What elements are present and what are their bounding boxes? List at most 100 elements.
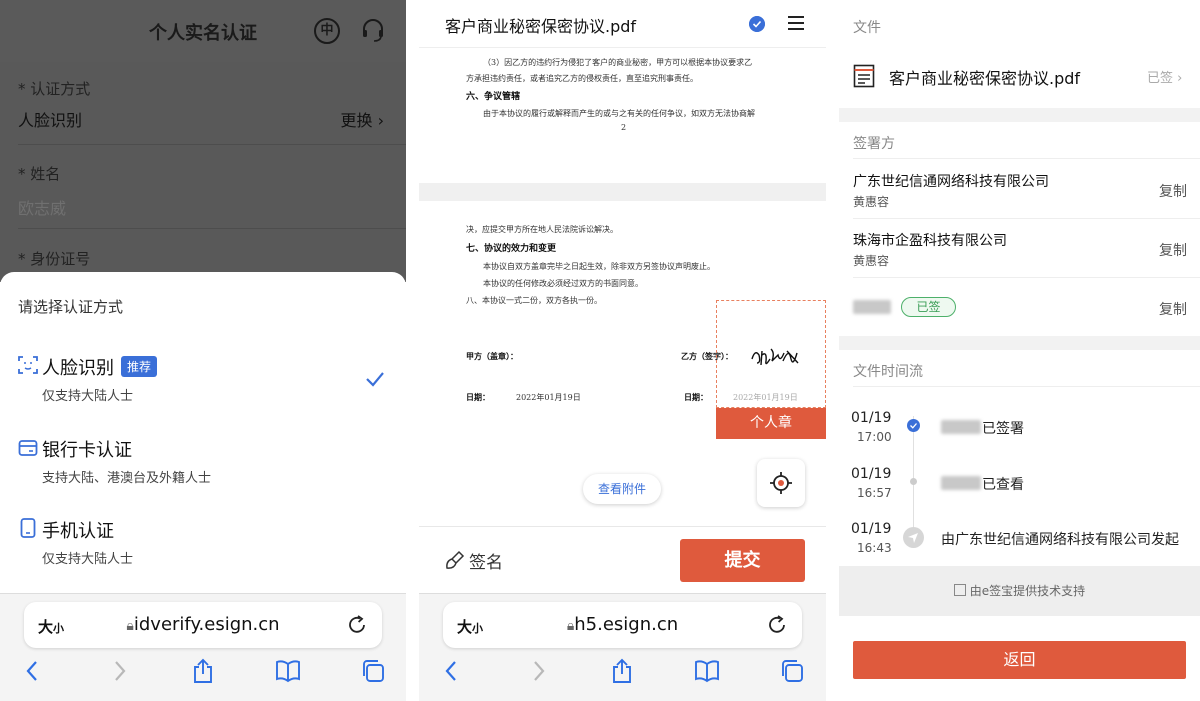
- headset-icon[interactable]: [360, 17, 386, 43]
- menu-icon[interactable]: [786, 13, 806, 33]
- file-status[interactable]: 已签 ›: [1147, 67, 1182, 86]
- redacted-name: [853, 300, 891, 314]
- verification-form: * 认证方式 人脸识别 更换 › * 姓名 欧志威 * 身份证号: [0, 62, 406, 282]
- document-icon: [853, 64, 875, 88]
- copy-button[interactable]: 复制: [1159, 181, 1187, 201]
- bookmarks-icon[interactable]: [694, 658, 720, 684]
- date-label: 日期：: [466, 392, 490, 402]
- doc-text: 本协议自双方盖章完毕之日起生效，除非双方另签协议声明废止。: [483, 262, 715, 271]
- document-signing-screen: 客户商业秘密保密协议.pdf （3）因乙方的违约行为侵犯了客户的商业秘密，甲方可…: [419, 0, 826, 701]
- name-label: * 姓名: [18, 165, 61, 183]
- tabs-icon[interactable]: [779, 658, 805, 684]
- share-icon[interactable]: [609, 658, 635, 684]
- timeline-date: 01/19: [851, 466, 892, 482]
- doc-text: 决，应提交甲方所在地人民法院诉讼解决。: [466, 225, 618, 234]
- url-text[interactable]: 🔒︎idverify.esign.cn: [24, 614, 382, 635]
- handwritten-signature: [751, 348, 799, 366]
- option-bank-label[interactable]: 银行卡认证: [42, 436, 132, 462]
- redacted-name: [941, 476, 981, 490]
- doc-text: 本协议的任何修改必须经过双方的书面同意。: [483, 279, 643, 288]
- timeline-time: 17:00: [857, 430, 892, 444]
- sign-button[interactable]: 签名: [469, 548, 503, 573]
- phone-icon: [20, 518, 36, 538]
- name-field[interactable]: 欧志威: [18, 195, 66, 219]
- address-bar[interactable]: 大小 🔒︎idverify.esign.cn: [24, 602, 382, 648]
- section-title: 文件时间流: [853, 364, 923, 380]
- timeline-text: 已签署: [982, 421, 1024, 437]
- back-button[interactable]: 返回: [853, 641, 1186, 679]
- file-name[interactable]: 客户商业秘密保密协议.pdf: [889, 65, 1080, 89]
- locate-button[interactable]: [757, 459, 805, 507]
- page-gap: [419, 183, 826, 201]
- change-method-link[interactable]: 更换 ›: [340, 107, 384, 131]
- address-bar[interactable]: 大小 🔒︎h5.esign.cn: [443, 602, 802, 648]
- signature-field[interactable]: [716, 300, 826, 408]
- redacted-name: [941, 420, 981, 434]
- document-title: 客户商业秘密保密协议.pdf: [445, 17, 637, 36]
- share-icon[interactable]: [190, 658, 216, 684]
- change-link-label: 更换: [340, 111, 373, 130]
- divider: [826, 0, 839, 701]
- timeline-date: 01/19: [851, 521, 892, 537]
- crosshair-icon: [770, 472, 792, 494]
- signers-section: 签署方 广东世纪信通网络科技有限公司 黄惠容 复制 珠海市企盈科技有限公司 黄惠…: [839, 122, 1200, 336]
- party-a-label: 甲方（盖章）：: [466, 351, 518, 361]
- doc-text: （3）因乙方的违约行为侵犯了客户的商业秘密，甲方可以根据本协议要求乙: [483, 58, 753, 67]
- doc-text: 八、本协议一式二份，双方各执一份。: [466, 296, 602, 305]
- signer-person: 黄惠容: [853, 195, 890, 209]
- reload-icon[interactable]: [346, 614, 368, 636]
- signed-dot-icon: [907, 419, 920, 432]
- signer-org: 珠海市企盈科技有限公司: [853, 233, 1007, 249]
- back-icon[interactable]: [439, 658, 465, 684]
- signer-org: 广东世纪信通网络科技有限公司: [853, 174, 1049, 190]
- id-number-label: * 身份证号: [18, 250, 91, 268]
- signature-pen-icon: [446, 550, 465, 569]
- reload-icon[interactable]: [766, 614, 788, 636]
- lock-icon: 🔒︎: [126, 618, 134, 634]
- signing-details-screen: 文件 客户商业秘密保密协议.pdf 已签 › 签署方 广东世纪信通网络科技有限公…: [839, 0, 1200, 701]
- send-icon: [903, 527, 924, 548]
- signed-badge: 已签: [901, 297, 956, 317]
- page-number: 2: [621, 123, 627, 132]
- divider: [406, 0, 419, 701]
- submit-button[interactable]: 提交: [680, 539, 805, 582]
- timeline-time: 16:57: [857, 486, 892, 500]
- url-text[interactable]: 🔒︎h5.esign.cn: [443, 614, 802, 635]
- copy-button[interactable]: 复制: [1159, 240, 1187, 260]
- divider: [853, 158, 1200, 159]
- chevron-right-icon: ›: [1177, 71, 1183, 86]
- option-face-label[interactable]: 人脸识别: [42, 354, 114, 380]
- option-bank-sub: 支持大陆、港澳台及外籍人士: [42, 471, 212, 486]
- divider: [18, 228, 406, 229]
- copy-button[interactable]: 复制: [1159, 299, 1187, 319]
- timeline-line: [913, 416, 914, 538]
- browser-bar: 大小 🔒︎idverify.esign.cn: [0, 593, 406, 701]
- sheet-title: 请选择认证方式: [18, 298, 124, 316]
- esign-logo-icon: [953, 584, 966, 596]
- timeline-date: 01/19: [851, 410, 892, 426]
- personal-seal-button[interactable]: 个人章: [716, 408, 826, 439]
- option-face-sub: 仅支持大陆人士: [42, 389, 134, 404]
- page-title: 个人实名认证: [149, 23, 257, 44]
- doc-heading: 七、协议的效力和变更: [466, 244, 557, 254]
- doc-text: 方承担违约责任，或者追究乙方的侵权责任，直至追究刑事责任。: [466, 74, 698, 83]
- date-value: 2022年01月19日: [516, 393, 581, 402]
- browser-bar: 大小 🔒︎h5.esign.cn: [419, 593, 826, 701]
- section-title: 文件: [853, 20, 881, 36]
- forward-icon[interactable]: [106, 658, 132, 684]
- date-label: 日期：: [684, 392, 708, 402]
- bank-card-icon: [18, 440, 38, 456]
- option-phone-label[interactable]: 手机认证: [42, 517, 114, 543]
- forward-icon[interactable]: [525, 658, 551, 684]
- bookmarks-icon[interactable]: [275, 658, 301, 684]
- doc-heading: 六、争议管辖: [466, 92, 521, 102]
- divider: [18, 144, 406, 145]
- language-toggle[interactable]: 中: [314, 18, 340, 44]
- back-icon[interactable]: [20, 658, 46, 684]
- powered-by: 由e签宝提供技术支持: [839, 566, 1200, 616]
- signer-person: 黄惠容: [853, 254, 890, 268]
- method-value: 人脸识别: [18, 111, 83, 130]
- tabs-icon[interactable]: [360, 658, 386, 684]
- chevron-right-icon: ›: [377, 111, 384, 130]
- view-attachment-button[interactable]: 查看附件: [583, 474, 661, 504]
